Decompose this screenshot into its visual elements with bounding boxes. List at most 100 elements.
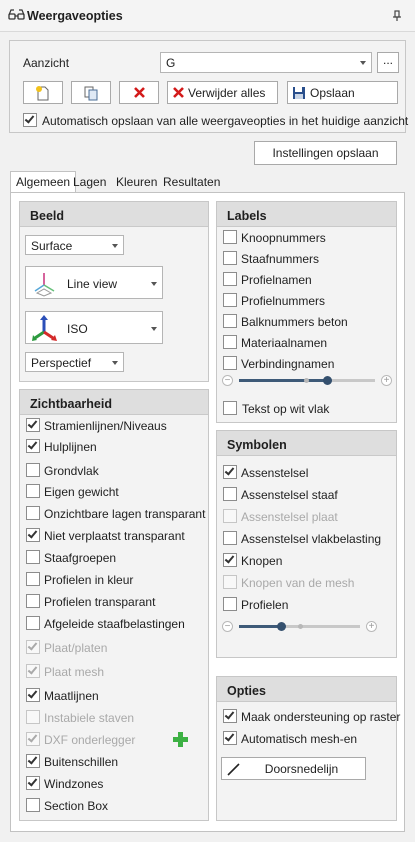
check-icon <box>224 465 235 476</box>
save-view-button[interactable]: Opslaan <box>287 81 398 104</box>
profielnamen-checkbox[interactable] <box>223 272 237 286</box>
windzones-checkbox[interactable] <box>26 776 40 790</box>
onzichtbare-lagen-transparant-checkbox[interactable] <box>26 506 40 520</box>
delete-all-button[interactable]: Verwijder alles <box>167 81 278 104</box>
assenstelsel-staaf-label: Assenstelsel staaf <box>241 488 338 502</box>
line-view-select[interactable]: Line view <box>25 266 163 299</box>
assenstelsel-vlakbelasting-checkbox[interactable] <box>223 531 237 545</box>
grondvlak-checkbox[interactable] <box>26 463 40 477</box>
buitenschillen-label: Buitenschillen <box>44 755 119 769</box>
line-view-value: Line view <box>67 277 118 291</box>
stramienlijnen-niveaus-label: Stramienlijnen/Niveaus <box>44 419 167 433</box>
hulplijnen-checkbox[interactable] <box>26 439 40 453</box>
balknummers-beton-checkbox[interactable] <box>223 314 237 328</box>
tab-resultaten-label: Resultaten <box>163 175 221 189</box>
maak-ondersteuning-op-raster-label: Maak ondersteuning op raster <box>241 710 401 724</box>
labels-slider-fill <box>239 379 327 382</box>
iso-select[interactable]: ISO <box>25 311 163 344</box>
plaat-mesh-checkbox[interactable] <box>26 664 40 678</box>
maak-ondersteuning-op-raster-checkbox[interactable] <box>223 709 237 723</box>
knopen-van-de-mesh-checkbox[interactable] <box>223 575 237 589</box>
automatisch-mesh-en-checkbox[interactable] <box>223 731 237 745</box>
add-plus-icon[interactable] <box>173 732 188 747</box>
assenstelsel-plaat-checkbox[interactable] <box>223 509 237 523</box>
assenstelsel-staaf-checkbox[interactable] <box>223 487 237 501</box>
profielnummers-checkbox[interactable] <box>223 293 237 307</box>
tab-kleuren-label: Kleuren <box>116 175 158 189</box>
eigen-gewicht-checkbox[interactable] <box>26 484 40 498</box>
verbindingnamen-checkbox[interactable] <box>223 356 237 370</box>
pin-icon[interactable] <box>392 10 402 22</box>
tab-lagen[interactable]: Lagen <box>68 172 111 192</box>
buitenschillen-checkbox[interactable] <box>26 754 40 768</box>
plus-icon[interactable]: + <box>381 375 392 386</box>
automatisch-mesh-en-label: Automatisch mesh-en <box>241 732 358 746</box>
knoopnummers-checkbox[interactable] <box>223 230 237 244</box>
projection-select[interactable]: Perspectief <box>25 352 124 372</box>
symbolen-slider-fill <box>239 625 281 628</box>
assenstelsel-vlakbelasting-label: Assenstelsel vlakbelasting <box>241 532 382 546</box>
profielen-label: Profielen <box>241 598 289 612</box>
plus-icon[interactable]: + <box>366 621 377 632</box>
assenstelsel-checkbox[interactable] <box>223 465 237 479</box>
dxf-onderlegger-checkbox[interactable] <box>26 732 40 746</box>
line-view-icon <box>34 273 55 297</box>
zichtbaarheid-header: Zichtbaarheid <box>20 390 208 415</box>
save-settings-button[interactable]: Instellingen opslaan <box>254 141 397 165</box>
minus-icon[interactable]: − <box>222 375 233 386</box>
symbolen-header: Symbolen <box>217 431 396 456</box>
delete-all-label: Verwijder alles <box>188 85 266 100</box>
check-icon <box>27 439 38 450</box>
section-line-button[interactable]: Doorsnedelijn <box>221 757 366 780</box>
plaat-platen-checkbox[interactable] <box>26 640 40 654</box>
section-box-checkbox[interactable] <box>26 798 40 812</box>
labels-slider-thumb[interactable] <box>323 376 332 385</box>
labels-header: Labels <box>217 202 396 227</box>
check-icon <box>27 754 38 765</box>
maatlijnen-label: Maatlijnen <box>44 689 99 703</box>
profielen-transparant-checkbox[interactable] <box>26 594 40 608</box>
labels-group: Labels Knoopnummers Staafnummers Profielna… <box>216 201 397 423</box>
materiaalnamen-label: Materiaalnamen <box>241 336 328 350</box>
delete-view-button[interactable] <box>119 81 159 104</box>
copy-view-button[interactable] <box>71 81 111 104</box>
niet-verplaatst-transparant-checkbox[interactable] <box>26 528 40 542</box>
tab-resultaten[interactable]: Resultaten <box>158 172 225 192</box>
profielnummers-label: Profielnummers <box>241 294 326 308</box>
view-select[interactable]: G <box>160 52 372 73</box>
instabiele-staven-checkbox[interactable] <box>26 710 40 724</box>
plaat-platen-label: Plaat/platen <box>44 641 108 655</box>
staafnummers-label: Staafnummers <box>241 252 320 266</box>
projection-value: Perspectief <box>31 356 92 370</box>
stramienlijnen-niveaus-checkbox[interactable] <box>26 418 40 432</box>
profielen-in-kleur-checkbox[interactable] <box>26 572 40 586</box>
afgeleide-staafbelastingen-checkbox[interactable] <box>26 616 40 630</box>
autosave-checkbox[interactable] <box>23 113 37 127</box>
tab-kleuren[interactable]: Kleuren <box>111 172 162 192</box>
eigen-gewicht-label: Eigen gewicht <box>44 485 119 499</box>
render-mode-value: Surface <box>31 239 73 253</box>
profielen-checkbox[interactable] <box>223 597 237 611</box>
render-mode-select[interactable]: Surface <box>25 235 124 255</box>
glasses-icon <box>8 9 25 20</box>
tab-algemeen-label: Algemeen <box>16 175 71 189</box>
text-on-white-checkbox[interactable] <box>223 401 237 415</box>
minus-icon[interactable]: − <box>222 621 233 632</box>
new-view-button[interactable] <box>23 81 63 104</box>
staafnummers-checkbox[interactable] <box>223 251 237 265</box>
maatlijnen-checkbox[interactable] <box>26 688 40 702</box>
knopen-checkbox[interactable] <box>223 553 237 567</box>
materiaalnamen-checkbox[interactable] <box>223 335 237 349</box>
niet-verplaatst-transparant-label: Niet verplaatst transparant <box>44 529 185 543</box>
save-settings-label: Instellingen opslaan <box>272 146 379 160</box>
beeld-header: Beeld <box>20 202 208 227</box>
view-label: Aanzicht <box>23 56 70 70</box>
axes-icon <box>32 315 57 341</box>
view-more-label: ... <box>382 52 393 67</box>
staafgroepen-checkbox[interactable] <box>26 550 40 564</box>
plaat-mesh-label: Plaat mesh <box>44 665 105 679</box>
view-more-button[interactable]: ... <box>377 52 399 73</box>
symbolen-slider-thumb[interactable] <box>277 622 286 631</box>
chevron-down-icon <box>151 327 157 331</box>
tab-algemeen[interactable]: Algemeen <box>10 171 77 193</box>
